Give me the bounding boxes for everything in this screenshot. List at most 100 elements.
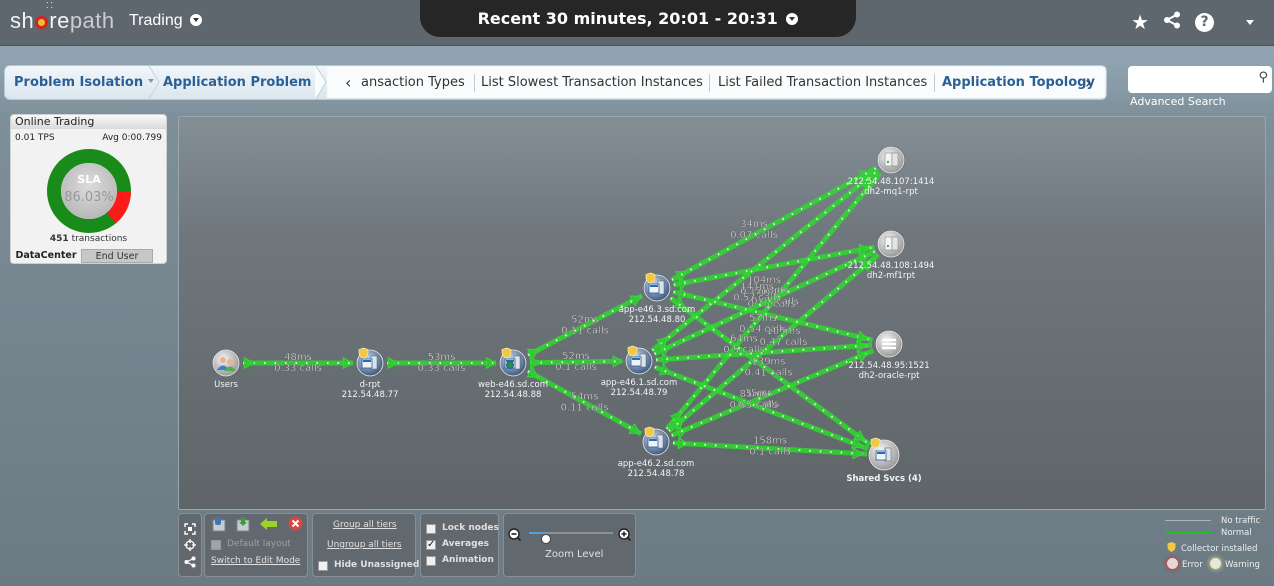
delete-icon[interactable]	[288, 516, 303, 531]
node-users[interactable]: Users	[212, 349, 240, 390]
edge-time-label: 52ms	[571, 315, 599, 326]
fit-to-screen-icon[interactable]	[184, 523, 196, 535]
edge-users-drpt[interactable]: 48ms0.33 calls	[243, 352, 355, 374]
tab-end-user[interactable]: End User	[81, 249, 153, 263]
center-icon[interactable]	[184, 539, 196, 551]
zoom-panel: Zoom Level	[503, 513, 636, 577]
legend-collector: Collector installed	[1181, 544, 1258, 554]
hide-unassigned-checkbox[interactable]	[318, 561, 328, 571]
link-transaction-types[interactable]: ansaction Types	[361, 75, 465, 90]
link-application-topology[interactable]: Application Topology	[942, 75, 1095, 90]
edge-calls-label: 0.1 calls	[555, 362, 596, 373]
lock-nodes-checkbox[interactable]	[426, 524, 436, 534]
sla-percent: 86.03%	[64, 190, 114, 205]
node-circle[interactable]	[212, 349, 240, 377]
legend-no-traffic: No traffic	[1221, 516, 1261, 526]
topology-canvas[interactable]: 48ms 0.33 calls 53ms 0.33 calls 52ms 0.11 cal…	[178, 116, 1266, 510]
mq-server-icon	[884, 152, 899, 167]
edge-time-label: 34ms	[740, 219, 768, 230]
warning-icon	[1210, 558, 1221, 569]
star-icon[interactable]: ★	[1131, 10, 1149, 34]
logo-o-icon	[35, 16, 49, 29]
legend-warning: Warning	[1225, 560, 1260, 570]
group-all-tiers-link[interactable]: Group all tiers	[333, 520, 397, 530]
breadcrumb-separator	[148, 66, 160, 99]
breadcrumb-separator	[315, 66, 327, 99]
top-icons: ★ ?	[1131, 10, 1254, 34]
zoom-in-icon[interactable]	[618, 528, 631, 541]
crumb-problem-isolation[interactable]: Problem Isolation	[14, 75, 155, 90]
zoom-out-icon[interactable]	[508, 528, 521, 541]
node-ip: 212.54.48.78	[628, 469, 685, 479]
averages-checkbox[interactable]: ✓	[426, 540, 436, 550]
topology-graph[interactable]: 48ms0.33 calls 53ms0.33 calls 52ms 0.11 cal…	[179, 117, 1267, 511]
crumb-label: Problem Isolation	[14, 75, 144, 90]
scroll-left-icon[interactable]: ‹	[345, 73, 351, 92]
node-label: web-e46.sd.com	[478, 380, 548, 390]
edge-calls-label: 0.41 calls	[745, 368, 793, 379]
link-failed-transactions[interactable]: List Failed Transaction Instances	[718, 75, 927, 90]
scroll-right-icon[interactable]: ›	[1085, 73, 1091, 92]
view-tools-panel	[178, 513, 202, 577]
switch-edit-mode-link[interactable]: Switch to Edit Mode	[211, 556, 300, 566]
sla-donut-chart[interactable]: SLA 86.03%	[46, 148, 132, 234]
advanced-search-link[interactable]: Advanced Search	[1130, 95, 1226, 108]
edge-time-label: 139ms	[751, 357, 785, 368]
edge-time-label: 64ms	[730, 334, 758, 345]
animation-checkbox[interactable]	[426, 556, 436, 566]
menu-caret-icon[interactable]	[1246, 19, 1254, 25]
link-divider	[934, 74, 935, 92]
load-layout-icon[interactable]	[236, 517, 250, 532]
share-icon[interactable]	[1163, 10, 1181, 34]
sla-label: SLA	[77, 173, 101, 186]
app-selector-label: Trading	[129, 12, 183, 29]
node-label: Shared Svcs (4)	[846, 474, 921, 484]
animation-label: Animation	[442, 555, 494, 565]
averages-label: Averages	[442, 539, 490, 549]
crumb-label: Application Problem	[163, 75, 312, 90]
default-layout-checkbox[interactable]	[211, 540, 221, 550]
share-topology-icon[interactable]	[184, 556, 196, 568]
zoom-slider-thumb[interactable]	[540, 534, 551, 544]
edge-time-label: 53ms	[428, 352, 456, 363]
search-input[interactable]: ⚲	[1128, 66, 1272, 93]
crumb-application-problem[interactable]: Application Problem	[163, 75, 323, 90]
time-range-selector[interactable]: Recent 30 minutes, 20:01 - 20:31	[420, 0, 856, 37]
legend-error: Error	[1182, 560, 1203, 570]
lock-nodes-label: Lock nodes	[442, 523, 499, 533]
ungroup-all-tiers-link[interactable]: Ungroup all tiers	[327, 540, 402, 550]
chevron-down-icon	[190, 14, 203, 26]
link-slowest-transactions[interactable]: List Slowest Transaction Instances	[481, 75, 703, 90]
edge-calls-label: 0.47 calls	[760, 337, 808, 348]
edge-web-app1[interactable]: 52ms0.1 calls	[529, 351, 624, 373]
node-drpt[interactable]: d-rpt212.54.48.77	[342, 347, 399, 400]
avg-response-value: Avg 0:00.799	[102, 133, 162, 143]
edge-calls-label: 0.11 calls	[561, 403, 609, 414]
help-icon[interactable]: ?	[1195, 12, 1214, 32]
edge-time-label: 54ms	[571, 392, 599, 403]
sla-widget: Online Trading 0.01 TPS Avg 0:00.799 SLA…	[10, 114, 167, 264]
edge-calls-label: 0.57 calls	[733, 293, 781, 304]
mainframe-icon	[884, 236, 899, 251]
sla-widget-title: Online Trading	[11, 115, 166, 129]
app-selector[interactable]: Trading	[129, 12, 203, 30]
search-icon[interactable]: ⚲	[1258, 70, 1268, 85]
collector-shield-icon	[1167, 542, 1176, 552]
normal-swatch	[1165, 532, 1211, 534]
node-ip: 212.54.48.107:1414	[848, 177, 935, 187]
undo-icon[interactable]	[260, 518, 278, 530]
node-label: app-e46.3.sd.com	[619, 305, 696, 315]
edge-time-label: 57ms	[749, 313, 777, 324]
edge-drpt-web[interactable]: 53ms0.33 calls	[387, 352, 498, 374]
links-strip: ‹ ansaction Types List Slowest Transacti…	[327, 67, 1105, 98]
error-icon	[1167, 558, 1178, 569]
tab-datacenter[interactable]: DataCenter	[11, 249, 81, 263]
node-ip: 212.54.48.108:1494	[848, 261, 935, 271]
edge-calls-label: 0.5 calls	[723, 345, 764, 356]
save-layout-icon[interactable]	[212, 517, 226, 532]
options-panel: Lock nodes ✓ Averages Animation	[420, 513, 499, 577]
node-label: dh2-oracle-rpt	[859, 371, 921, 381]
edges-layer: 48ms0.33 calls 53ms0.33 calls 52ms 0.11 cal…	[243, 165, 883, 460]
time-range-label[interactable]: Recent 30 minutes, 20:01 - 20:31	[420, 9, 856, 28]
link-divider	[709, 74, 710, 92]
